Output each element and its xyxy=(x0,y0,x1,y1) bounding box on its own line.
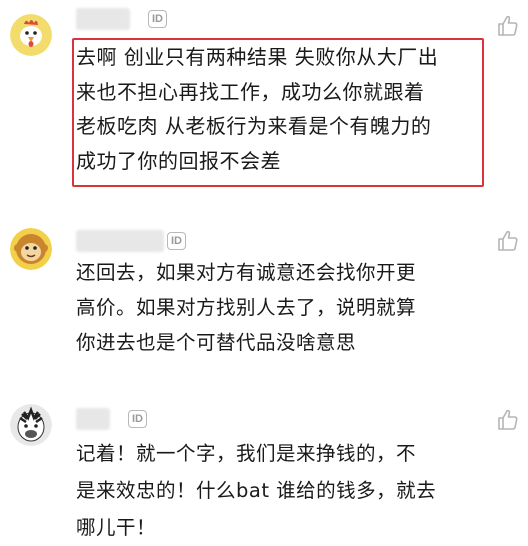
username-blurred[interactable] xyxy=(76,408,110,430)
thumbs-up-icon[interactable] xyxy=(496,408,520,432)
rooster-avatar-icon[interactable] xyxy=(10,14,52,56)
comment-text: 记着！就一个字，我们是来挣钱的，不 是来效忠的！什么bat 谁给的钱多，就去 哪… xyxy=(76,442,437,539)
id-badge: ID xyxy=(128,410,147,428)
username-blurred[interactable] xyxy=(76,8,130,30)
comment-text: 还回去，如果对方有诚意还会找你开更 高价。如果对方找别人去了，说明就算 你进去也… xyxy=(76,261,417,354)
username-blurred[interactable] xyxy=(76,230,164,252)
comment-text: 去啊 创业只有两种结果 失败你从大厂出 来也不担心再找工作，成功么你就跟着 老板… xyxy=(76,45,439,173)
zebra-avatar-icon[interactable] xyxy=(10,404,52,446)
id-badge: ID xyxy=(148,10,167,28)
thumbs-up-icon[interactable] xyxy=(496,229,520,253)
id-badge: ID xyxy=(167,232,186,250)
monkey-avatar-icon[interactable] xyxy=(10,228,52,270)
thumbs-up-icon[interactable] xyxy=(496,14,520,38)
